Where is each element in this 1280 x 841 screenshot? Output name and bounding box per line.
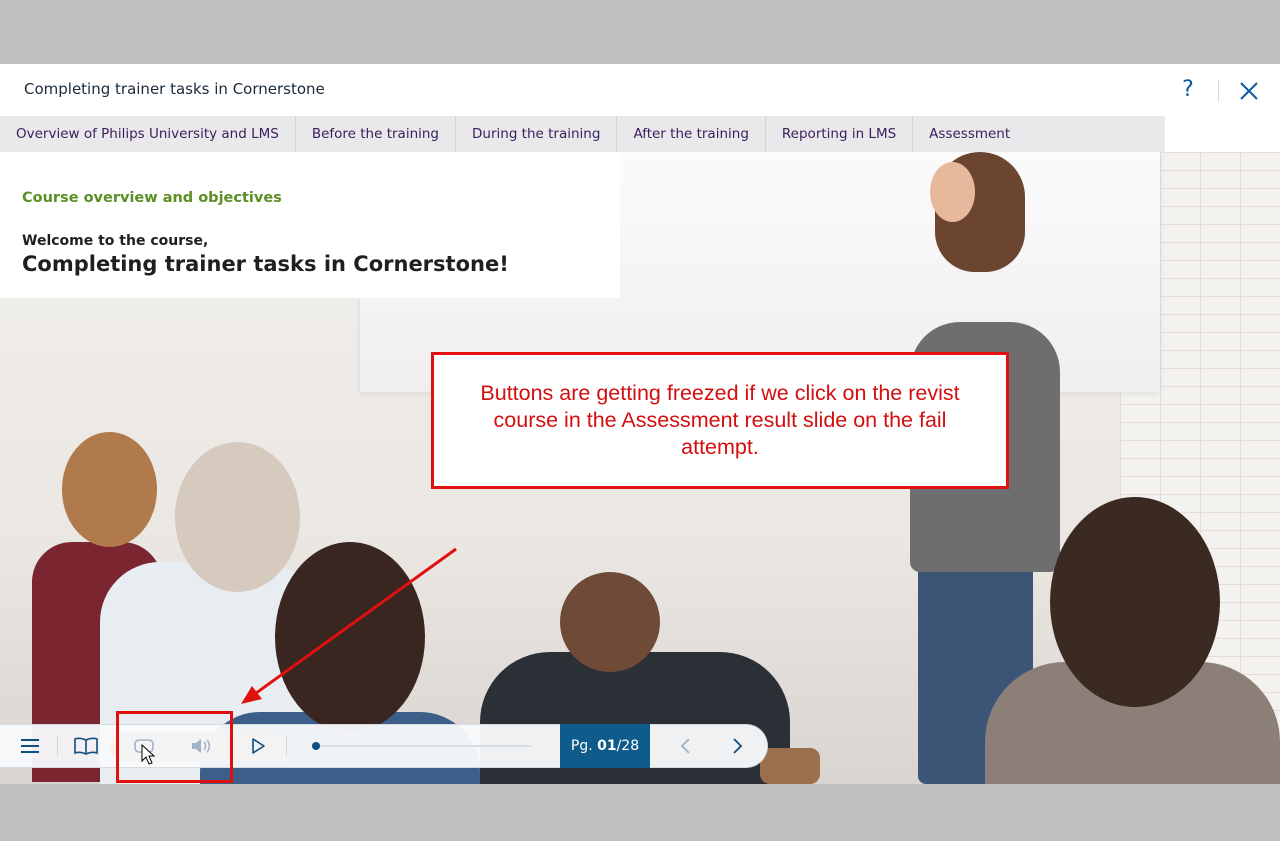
annotation-text: Buttons are getting freezed if we click … <box>480 381 960 459</box>
close-icon <box>1240 82 1258 100</box>
page-total: /28 <box>616 738 640 754</box>
annotation-callout: Buttons are getting freezed if we click … <box>431 352 1009 489</box>
previous-button[interactable] <box>664 725 708 767</box>
tab-reporting[interactable]: Reporting in LMS <box>766 116 914 152</box>
section-nav: Overview of Philips University and LMS B… <box>0 116 1165 152</box>
tab-before-training[interactable]: Before the training <box>296 116 457 152</box>
book-icon <box>74 737 98 755</box>
attendee-front-head <box>275 542 425 732</box>
page-current: 01 <box>597 738 617 754</box>
close-button[interactable] <box>1236 78 1262 104</box>
next-button[interactable] <box>715 725 759 767</box>
tab-assessment[interactable]: Assessment <box>913 116 1026 152</box>
attendee-man-head <box>175 442 300 592</box>
page-indicator: Pg. 01/28 <box>560 724 650 768</box>
menu-button[interactable] <box>8 725 52 767</box>
attendee-right-head <box>1050 497 1220 707</box>
annotation-highlight-box <box>116 711 233 783</box>
glossary-button[interactable] <box>64 725 108 767</box>
tab-during-training[interactable]: During the training <box>456 116 618 152</box>
tab-after-training[interactable]: After the training <box>617 116 766 152</box>
title-bar: Completing trainer tasks in Cornerstone … <box>0 64 1280 116</box>
chair <box>760 748 820 784</box>
page-prefix: Pg. <box>570 738 593 754</box>
title-divider <box>1218 80 1219 102</box>
tab-overview[interactable]: Overview of Philips University and LMS <box>0 116 296 152</box>
chevron-right-icon <box>733 738 743 754</box>
help-button[interactable]: ? <box>1176 76 1200 104</box>
chevron-left-icon <box>680 738 690 754</box>
divider <box>57 736 58 756</box>
slide-intro-panel: Course overview and objectives Welcome t… <box>0 152 620 298</box>
slide-overline: Course overview and objectives <box>22 190 282 206</box>
presenter-face <box>930 162 975 222</box>
mouse-cursor-icon <box>141 744 156 765</box>
play-button[interactable] <box>236 725 280 767</box>
menu-icon <box>21 739 39 753</box>
play-icon <box>252 738 265 754</box>
app-title: Completing trainer tasks in Cornerstone <box>24 80 325 98</box>
divider <box>286 736 287 756</box>
slide-welcome: Welcome to the course, <box>22 233 209 249</box>
slide-title: Completing trainer tasks in Cornerstone! <box>22 252 509 276</box>
attendee-woman-head <box>62 432 157 547</box>
attendee-suit-head <box>560 572 660 672</box>
progress-handle[interactable] <box>312 742 321 750</box>
progress-slider[interactable] <box>312 742 532 750</box>
